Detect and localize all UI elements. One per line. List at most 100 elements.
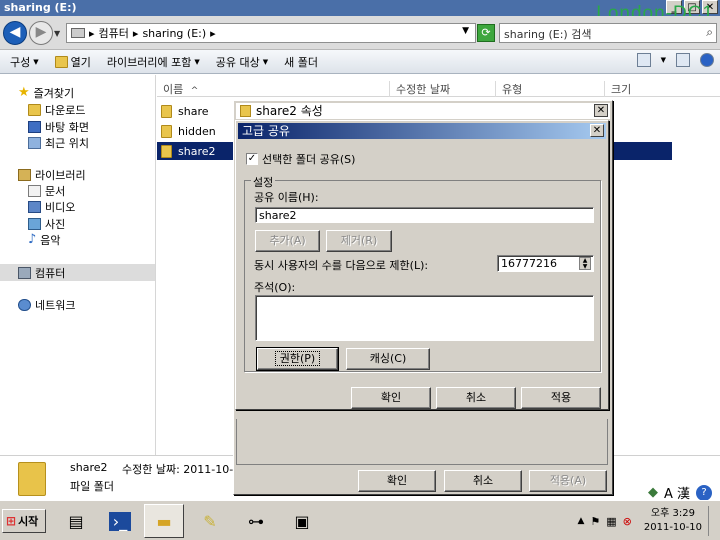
open-label: 열기 [70, 55, 91, 69]
caching-button[interactable]: 캐싱(C) [346, 348, 430, 370]
nav-label: 다운로드 [45, 104, 86, 117]
help-icon[interactable] [700, 53, 714, 67]
refresh-button[interactable]: ⟳ [477, 24, 495, 42]
properties-cancel-button[interactable]: 취소 [444, 470, 522, 492]
properties-apply-button[interactable]: 적용(A) [529, 470, 607, 492]
settings-legend: 설정 [251, 174, 276, 190]
column-header-type[interactable]: 유형 [495, 81, 522, 97]
advanced-sharing-dialog: 고급 공유 ✕ ✓ 선택한 폴더 공유(S) 설정 공유 이름(H): shar… [235, 120, 609, 410]
chevron-down-icon: ▼ [262, 57, 269, 66]
advanced-sharing-title: 고급 공유 [242, 124, 290, 138]
permissions-label: 권한(P) [274, 351, 321, 366]
nav-network[interactable]: 네트워크 [18, 297, 75, 313]
show-hidden-icons-button[interactable]: ▲ [577, 516, 584, 526]
nav-label: 즐겨찾기 [33, 87, 75, 100]
share-with-button[interactable]: 공유 대상 ▼ [216, 54, 268, 70]
taskbar-remote[interactable]: ▣ [282, 504, 322, 538]
chevron-down-icon: ▼ [194, 57, 200, 66]
taskbar-server-manager[interactable]: ▤ [56, 504, 96, 538]
details-modified: 수정한 날짜: 2011-10- [122, 463, 234, 476]
volume-muted-icon[interactable]: ⊗ [623, 515, 632, 528]
drive-icon [71, 28, 85, 38]
organize-button[interactable]: 구성 ▼ [10, 54, 39, 70]
chevron-down-icon: ▼ [33, 57, 39, 66]
properties-ok-button[interactable]: 확인 [358, 470, 436, 492]
share-name-field[interactable]: share2 [255, 207, 594, 223]
search-icon[interactable]: ⌕ [706, 25, 713, 40]
nav-favorites[interactable]: ★ 즐겨찾기 [18, 85, 74, 101]
start-button[interactable]: ⊞ 시작 [2, 509, 46, 533]
user-limit-stepper[interactable]: 16777216 ▲ ▼ [497, 255, 594, 272]
permissions-button[interactable]: 권한(P) [256, 347, 339, 371]
breadcrumb-drive[interactable]: sharing (E:) [142, 27, 206, 40]
clock-time: 오후 3:29 [650, 508, 695, 519]
view-controls: ▼ [636, 53, 714, 67]
add-share-button[interactable]: 추가(A) [255, 230, 320, 252]
clock-date: 2011-10-10 [643, 522, 702, 533]
show-desktop-button[interactable] [708, 506, 716, 536]
nav-computer[interactable]: 컴퓨터 [18, 265, 65, 281]
column-header-size[interactable]: 크기 [604, 81, 631, 97]
breadcrumb-computer[interactable]: 컴퓨터 [99, 25, 129, 41]
desktop-icon [28, 121, 41, 133]
nav-pictures[interactable]: 사진 [28, 216, 65, 232]
breadcrumb-separator: ▸ [89, 26, 95, 40]
remote-computer-icon: ▣ [294, 512, 310, 531]
search-input[interactable]: sharing (E:) 검색 ⌕ [499, 23, 717, 43]
taskbar-network[interactable]: ⊶ [236, 504, 276, 538]
advanced-cancel-button[interactable]: 취소 [436, 387, 516, 409]
include-in-library-button[interactable]: 라이브러리에 포함 ▼ [107, 54, 200, 70]
file-name: share [178, 104, 209, 118]
powershell-icon: ›_ [108, 512, 132, 531]
flag-icon[interactable]: ⚑ [590, 515, 600, 528]
nav-label: 바탕 화면 [45, 121, 89, 134]
clock[interactable]: 오후 3:29 2011-10-10 [644, 507, 702, 535]
breadcrumb-separator: ▸ [210, 26, 216, 40]
ime-icon[interactable]: ◆ [648, 485, 658, 500]
spin-arrows-icon[interactable]: ▲ ▼ [579, 257, 591, 270]
settings-group: 설정 공유 이름(H): share2 추가(A) 제거(R) 동시 사용자의 … [244, 174, 601, 372]
nav-libraries[interactable]: 라이브러리 [18, 167, 86, 183]
nav-music[interactable]: ♪ 음악 [28, 232, 61, 248]
properties-close-button[interactable]: ✕ [594, 104, 608, 117]
network-tree-icon: ⊶ [248, 512, 264, 531]
view-options-icon[interactable] [636, 53, 651, 67]
folder-icon [240, 105, 251, 117]
taskbar-notes[interactable]: ✎ [190, 504, 230, 538]
column-header-name[interactable]: 이름 ^ [157, 81, 198, 97]
column-header-modified[interactable]: 수정한 날짜 [389, 81, 450, 97]
nav-desktop[interactable]: 바탕 화면 [28, 119, 89, 135]
share-folder-checkbox[interactable]: ✓ [246, 153, 258, 165]
music-note-icon: ♪ [28, 232, 37, 247]
taskbar-explorer[interactable]: ▬ [144, 504, 184, 538]
nav-videos[interactable]: 비디오 [28, 199, 75, 215]
chevron-down-icon[interactable]: ▼ [661, 56, 666, 64]
advanced-ok-button[interactable]: 확인 [351, 387, 431, 409]
open-button[interactable]: 열기 [54, 54, 91, 70]
column-label: 이름 [163, 83, 184, 96]
network-icon [18, 299, 31, 311]
taskbar-powershell[interactable]: ›_ [100, 504, 140, 538]
nav-downloads[interactable]: 다운로드 [28, 102, 85, 118]
comment-field[interactable] [255, 295, 594, 341]
help-icon[interactable]: ? [696, 484, 712, 501]
nav-label: 컴퓨터 [35, 267, 66, 280]
back-button[interactable]: ◀ [3, 21, 27, 45]
address-dropdown-icon[interactable]: ▼ [462, 26, 469, 36]
nav-documents[interactable]: 문서 [28, 183, 65, 199]
advanced-apply-button[interactable]: 적용 [521, 387, 601, 409]
user-limit-label: 동시 사용자의 수를 다음으로 제한(L): [254, 259, 429, 272]
nav-recent-places[interactable]: 최근 위치 [28, 135, 89, 151]
arrow-left-icon: ◀ [9, 24, 21, 40]
forward-button[interactable]: ▶ [29, 21, 53, 45]
start-label: 시작 [18, 515, 39, 528]
remove-share-button[interactable]: 제거(R) [326, 230, 392, 252]
share-folder-checkbox-row[interactable]: ✓ 선택한 폴더 공유(S) [246, 151, 355, 167]
preview-pane-icon[interactable] [676, 53, 690, 67]
recent-pages-dropdown[interactable]: ▼ [54, 29, 60, 38]
network-status-icon[interactable]: ▦ [606, 515, 616, 528]
address-bar[interactable]: ▸ 컴퓨터 ▸ sharing (E:) ▸ ▼ [66, 23, 476, 43]
advanced-sharing-close-button[interactable]: ✕ [590, 124, 604, 137]
new-folder-button[interactable]: 새 폴더 [284, 54, 318, 70]
windows-logo-icon: ⊞ [6, 514, 17, 528]
